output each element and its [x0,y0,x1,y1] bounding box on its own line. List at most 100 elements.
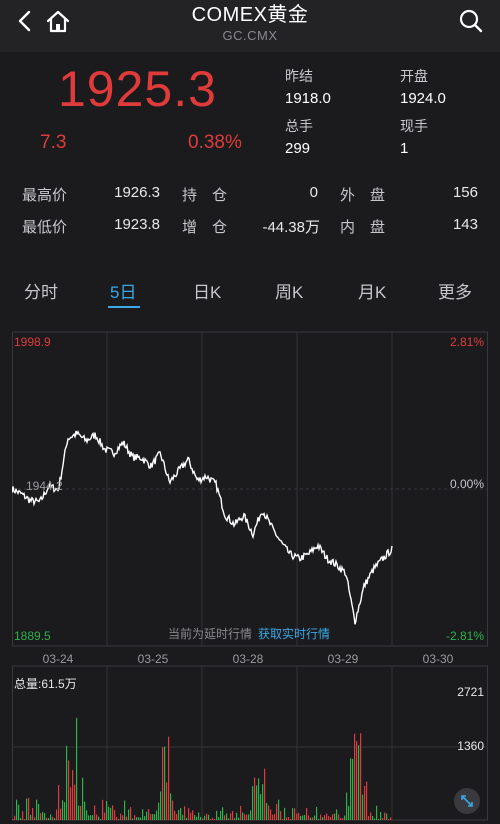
volume-bar [216,810,218,820]
open-interest-label: 持 仓 [182,187,228,204]
volume-bar [206,813,208,820]
volume-bar [308,815,310,820]
chart-area[interactable]: 1998.9 2.81% 1944.2 0.00% 1889.5 -2.81% … [12,324,488,824]
volume-bar [188,808,190,820]
volume-bar [72,770,74,820]
volume-bar [116,816,118,820]
volume-bar [128,809,130,820]
prev-close-label: 昨结 [285,68,313,84]
volume-bar [34,817,36,820]
volume-bar [42,811,44,820]
volume-bar [376,805,378,820]
volume-bar [384,812,386,820]
volume-bar [68,760,70,820]
volume-bar [288,817,290,820]
x-tick-label: 03-24 [43,652,74,666]
fullscreen-button[interactable] [454,788,480,814]
tab-5day[interactable]: 5日 [110,278,136,303]
volume-bar [18,804,20,820]
volume-bar [124,800,126,820]
volume-bar [168,736,170,820]
five-day-chart[interactable]: 1998.9 2.81% 1944.2 0.00% 1889.5 -2.81% … [12,324,488,824]
volume-bar [232,810,234,820]
volume-bar [292,808,294,820]
volume-bar [190,812,192,820]
volume-bar [62,800,64,820]
volume-bar [234,818,236,820]
volume-bar [22,811,24,820]
volume-bar [326,813,328,820]
tab-monthly-k[interactable]: 月K [358,278,386,303]
volume-bar [218,817,220,820]
volume-bar [134,815,136,820]
last-price: 1925.3 [58,61,217,117]
volume-bar [348,805,350,820]
tab-weekly-k[interactable]: 周K [275,278,303,303]
volume-bar [64,802,66,820]
volume-bar [194,814,196,820]
volume-bar [266,803,268,820]
period-tabs: 分时 5日 日K 周K 月K 更多 [0,270,500,314]
volume-value: 299 [285,140,311,157]
volume-bar [114,810,116,820]
volume-bar [262,784,264,820]
volume-bar [250,810,252,820]
volume-bar [138,817,140,820]
volume-bar [258,778,260,820]
volume-bar [238,817,240,820]
search-icon[interactable] [458,8,484,34]
volume-bar [270,809,272,820]
volume-bar [332,814,334,820]
volume-bar [362,794,364,820]
volume-bar [276,803,278,820]
volume-bar [88,815,90,820]
volume-bar [284,807,286,820]
volume-bar [180,807,182,820]
get-realtime-link[interactable]: 获取实时行情 [258,626,330,641]
top-nav-bar: COMEX黄金 GC.CMX [0,0,500,52]
volume-bar [166,782,168,820]
volume-bar [78,805,80,820]
volume-bar [316,807,318,820]
volume-bar [236,812,238,820]
volume-bar [364,786,366,820]
x-tick-label: 03-25 [138,652,169,666]
page-title: COMEX黄金 [191,4,309,26]
volume-bar [48,818,50,820]
volume-bar [358,745,360,820]
volume-bar [198,812,200,820]
volume-bar [328,816,330,820]
volume-bar [330,817,332,820]
volume-bar [46,817,48,820]
volume-label: 总手 [285,118,313,134]
volume-bar [208,814,210,820]
volume-bar [110,807,112,820]
oi-change-value: -44.38万 [262,219,320,236]
volume-bar [374,818,376,820]
volume-bar [310,817,312,820]
active-tab-indicator [108,306,140,308]
volume-bar [214,819,216,820]
volume-bar [242,812,244,820]
max-price-label: 1998.9 [14,335,51,349]
max-pct-label: 2.81% [450,335,484,349]
tab-daily-k[interactable]: 日K [193,278,221,303]
volume-bar [324,815,326,820]
oi-change-label: 增 仓 [182,219,228,236]
volume-bar [246,814,248,820]
stats-grid: 最高价 1926.3 持 仓 0 外 盘 156 最低价 1923.8 增 仓 … [0,178,500,248]
tab-intraday[interactable]: 分时 [24,278,58,303]
volume-bar [60,808,62,820]
volume-bar [54,818,56,820]
volume-bar [192,810,194,820]
volume-bar [264,768,266,820]
volume-bar [66,745,68,820]
volume-bar [278,799,280,820]
tab-more[interactable]: 更多 [438,278,472,303]
volume-bar [296,813,298,820]
volume-bar [380,811,382,820]
min-pct-label: -2.81% [446,629,484,643]
volume-bar [152,814,154,820]
volume-bar [196,816,198,820]
volume-bar [160,791,162,820]
